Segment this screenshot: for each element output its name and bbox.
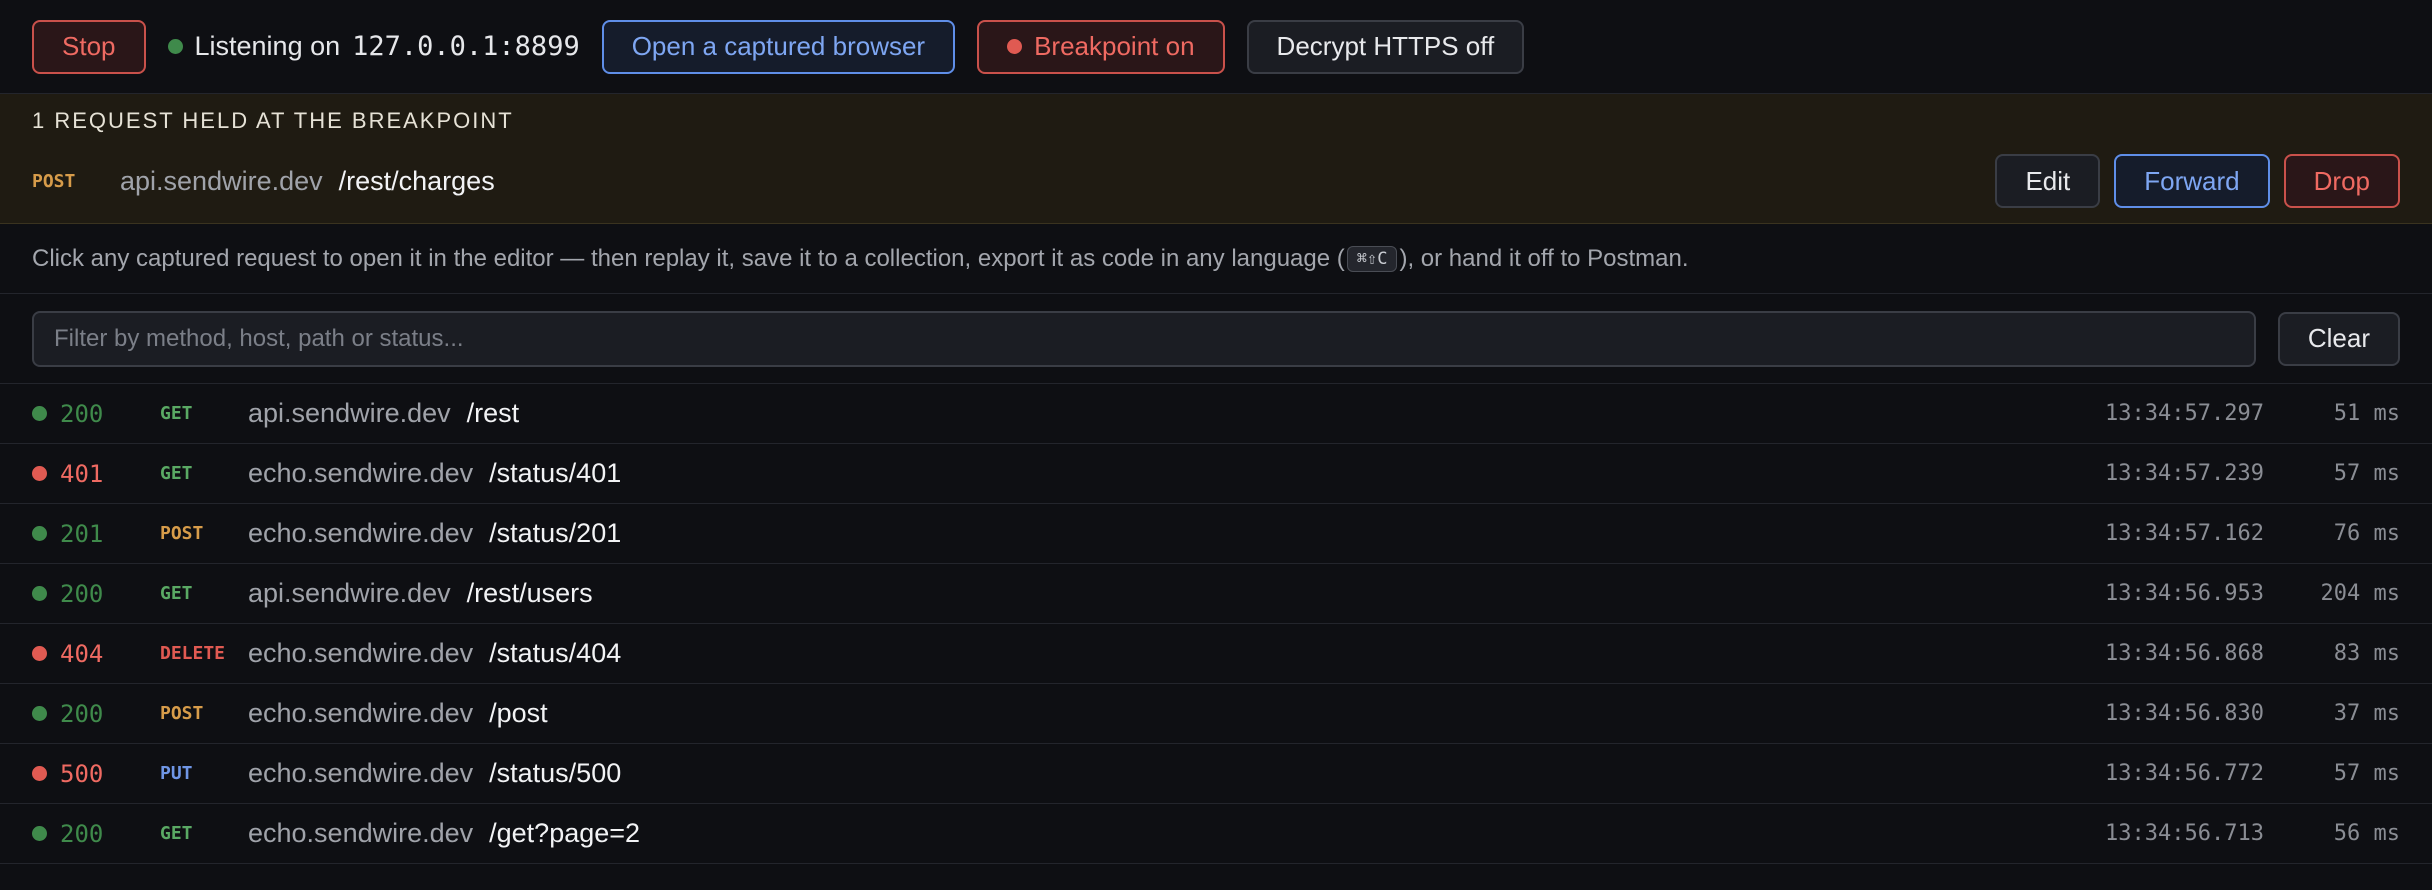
request-host: api.sendwire.dev bbox=[248, 398, 451, 428]
request-status: 201 bbox=[60, 519, 104, 548]
request-duration: 76 ms bbox=[2333, 521, 2400, 546]
listening-status: Listening on 127.0.0.1:8899 bbox=[167, 31, 580, 62]
request-row[interactable]: 201 POST echo.sendwire.dev /status/201 1… bbox=[0, 504, 2432, 564]
request-host: echo.sendwire.dev bbox=[248, 638, 474, 668]
request-row[interactable]: 200 POST echo.sendwire.dev /post 13:34:5… bbox=[0, 684, 2432, 744]
request-status: 500 bbox=[60, 759, 104, 788]
status-dot-icon bbox=[32, 646, 47, 661]
request-host: echo.sendwire.dev bbox=[248, 518, 474, 548]
request-method: GET bbox=[160, 823, 193, 844]
request-host: echo.sendwire.dev bbox=[248, 698, 474, 728]
status-dot-icon bbox=[167, 39, 183, 54]
help-text: Click any captured request to open it in… bbox=[0, 224, 2432, 294]
request-row[interactable]: 404 DELETE echo.sendwire.dev /status/404… bbox=[0, 624, 2432, 684]
request-duration: 57 ms bbox=[2333, 761, 2400, 786]
held-request-host: api.sendwire.dev bbox=[120, 165, 323, 196]
toolbar: Stop Listening on 127.0.0.1:8899 Open a … bbox=[0, 0, 2432, 94]
request-path: /rest/users bbox=[466, 578, 593, 608]
request-host: echo.sendwire.dev bbox=[248, 758, 474, 788]
held-request-actions: Edit Forward Drop bbox=[1995, 154, 2400, 208]
request-method: PUT bbox=[160, 763, 193, 784]
clear-button[interactable]: Clear bbox=[2277, 311, 2400, 366]
request-method: GET bbox=[160, 583, 193, 604]
held-request: POST api.sendwire.dev /rest/charges Edit… bbox=[32, 154, 2400, 208]
status-dot-icon bbox=[32, 526, 47, 541]
help-text-after: ), or hand it off to Postman. bbox=[1399, 244, 1689, 272]
filter-bar: Clear bbox=[0, 294, 2432, 384]
status-dot-icon bbox=[32, 586, 47, 601]
request-time: 13:34:57.162 bbox=[2105, 521, 2264, 546]
request-host: api.sendwire.dev bbox=[248, 578, 451, 608]
request-duration: 204 ms bbox=[2320, 581, 2400, 606]
request-path: /rest bbox=[466, 398, 520, 428]
listening-label: Listening on bbox=[194, 31, 341, 61]
status-dot-icon bbox=[32, 466, 47, 481]
forward-button[interactable]: Forward bbox=[2114, 154, 2270, 208]
request-method: POST bbox=[160, 523, 204, 544]
request-method: POST bbox=[160, 703, 204, 724]
drop-button[interactable]: Drop bbox=[2283, 154, 2400, 208]
request-time: 13:34:57.239 bbox=[2105, 461, 2264, 486]
request-time: 13:34:57.297 bbox=[2105, 401, 2264, 426]
breakpoint-banner: 1 REQUEST HELD AT THE BREAKPOINT POST ap… bbox=[0, 94, 2432, 224]
request-duration: 57 ms bbox=[2333, 461, 2400, 486]
request-status: 404 bbox=[60, 639, 104, 668]
request-status: 200 bbox=[60, 699, 104, 728]
breakpoint-dot-icon bbox=[1007, 39, 1023, 54]
status-dot-icon bbox=[32, 766, 47, 781]
request-status: 200 bbox=[60, 399, 104, 428]
held-request-method: POST bbox=[32, 170, 76, 192]
request-path: /get?page=2 bbox=[489, 818, 641, 848]
request-time: 13:34:56.868 bbox=[2105, 641, 2264, 666]
breakpoint-toggle-button[interactable]: Breakpoint on bbox=[977, 19, 1225, 74]
request-row[interactable]: 200 GET echo.sendwire.dev /get?page=2 13… bbox=[0, 804, 2432, 864]
request-method: DELETE bbox=[160, 643, 226, 664]
request-path: /status/500 bbox=[489, 758, 622, 788]
request-method: GET bbox=[160, 463, 193, 484]
stop-button[interactable]: Stop bbox=[32, 19, 146, 74]
request-list: 200 GET api.sendwire.dev /rest 13:34:57.… bbox=[0, 384, 2432, 864]
request-host: echo.sendwire.dev bbox=[248, 458, 474, 488]
edit-button[interactable]: Edit bbox=[1995, 154, 2101, 208]
request-path: /post bbox=[489, 698, 548, 728]
decrypt-https-toggle-button[interactable]: Decrypt HTTPS off bbox=[1246, 19, 1525, 74]
request-duration: 56 ms bbox=[2333, 821, 2400, 846]
breakpoint-toggle-label: Breakpoint on bbox=[1034, 31, 1195, 61]
filter-input[interactable] bbox=[32, 310, 2256, 367]
held-request-path: /rest/charges bbox=[338, 165, 495, 196]
request-time: 13:34:56.713 bbox=[2105, 821, 2264, 846]
request-row[interactable]: 200 GET api.sendwire.dev /rest/users 13:… bbox=[0, 564, 2432, 624]
listening-address: 127.0.0.1:8899 bbox=[352, 31, 580, 62]
request-row[interactable]: 200 GET api.sendwire.dev /rest 13:34:57.… bbox=[0, 384, 2432, 444]
status-dot-icon bbox=[32, 706, 47, 721]
request-duration: 37 ms bbox=[2333, 701, 2400, 726]
request-status: 200 bbox=[60, 819, 104, 848]
request-path: /status/201 bbox=[489, 518, 622, 548]
open-captured-browser-button[interactable]: Open a captured browser bbox=[601, 19, 956, 74]
request-duration: 83 ms bbox=[2333, 641, 2400, 666]
help-text-before: Click any captured request to open it in… bbox=[32, 244, 1345, 272]
request-method: GET bbox=[160, 403, 193, 424]
request-row[interactable]: 401 GET echo.sendwire.dev /status/401 13… bbox=[0, 444, 2432, 504]
status-dot-icon bbox=[32, 406, 47, 421]
request-time: 13:34:56.772 bbox=[2105, 761, 2264, 786]
request-row[interactable]: 500 PUT echo.sendwire.dev /status/500 13… bbox=[0, 744, 2432, 804]
request-time: 13:34:56.830 bbox=[2105, 701, 2264, 726]
export-shortcut-key: ⌘⇧C bbox=[1346, 245, 1398, 272]
request-path: /status/401 bbox=[489, 458, 622, 488]
status-dot-icon bbox=[32, 826, 47, 841]
request-host: echo.sendwire.dev bbox=[248, 818, 474, 848]
request-status: 200 bbox=[60, 579, 104, 608]
request-status: 401 bbox=[60, 459, 104, 488]
request-path: /status/404 bbox=[489, 638, 622, 668]
breakpoint-title: 1 REQUEST HELD AT THE BREAKPOINT bbox=[32, 108, 514, 133]
request-time: 13:34:56.953 bbox=[2105, 581, 2264, 606]
request-duration: 51 ms bbox=[2333, 401, 2400, 426]
